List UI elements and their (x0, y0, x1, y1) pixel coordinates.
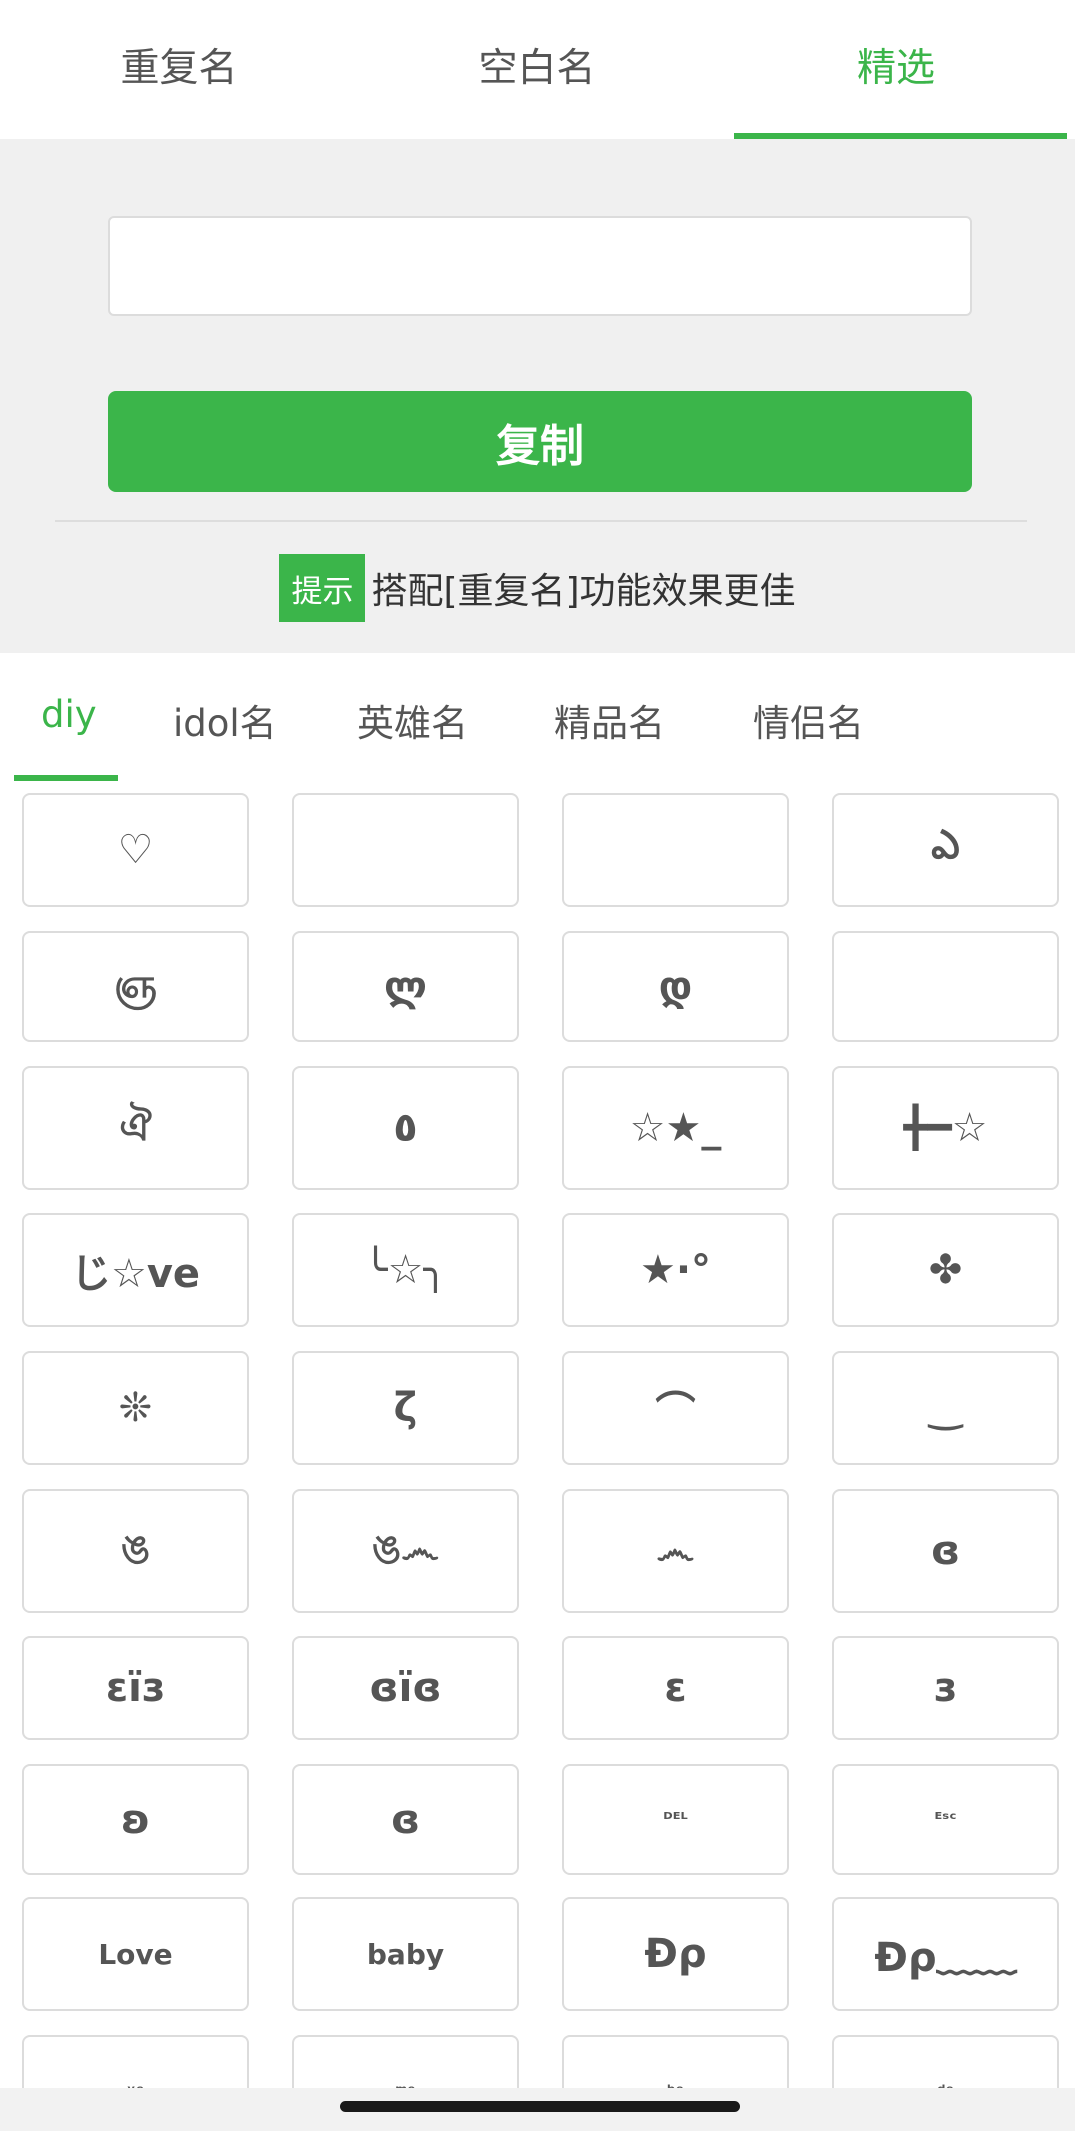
symbol-cell[interactable]: ᵇᵉ (562, 2035, 789, 2088)
category-tab-diy[interactable]: diy (41, 693, 97, 736)
category-tab-couple[interactable]: 情侣名 (753, 693, 864, 747)
tab-featured[interactable]: 精选 (717, 0, 1075, 139)
divider (55, 520, 1027, 522)
symbol-cell[interactable]: ☆★_ (562, 1066, 789, 1190)
symbol-cell[interactable]: ᵛᵉ (22, 2035, 249, 2088)
symbol-cell[interactable]: ঙ (22, 1489, 249, 1613)
top-tab-bar: 重复名 空白名 精选 (0, 0, 1075, 139)
symbol-cell[interactable]: ᴰᴱᴸ (562, 1764, 789, 1875)
copy-button[interactable]: 复制 (108, 391, 972, 492)
symbol-cell[interactable]: ζ (292, 1351, 519, 1465)
symbol-cell[interactable]: ლ (292, 931, 519, 1042)
symbol-cell[interactable]: ❊ (22, 1351, 249, 1465)
active-category-indicator (14, 775, 118, 781)
symbol-cell[interactable]: ɛïз (22, 1636, 249, 1740)
category-tab-bar: diy idol名 英雄名 精品名 情侣名 (0, 653, 1075, 783)
symbol-cell[interactable]: ᵐᵉ (292, 2035, 519, 2088)
symbol-cell[interactable]: ʚ (22, 1764, 249, 1875)
symbol-cell[interactable]: ᅟ (832, 931, 1059, 1042)
name-editor-panel: 复制 提示 搭配[重复名]功能效果更佳 (0, 139, 1075, 653)
symbol-cell[interactable]: ɞïɞ (292, 1636, 519, 1740)
symbol-cell[interactable]: ★·° (562, 1213, 789, 1327)
symbol-cell[interactable]: ఎ (832, 793, 1059, 907)
tip-row: 提示 搭配[重复名]功能效果更佳 (0, 554, 1075, 622)
symbol-cell[interactable]: ෴ (562, 1489, 789, 1613)
category-tab-hero[interactable]: 英雄名 (357, 693, 468, 747)
symbol-cell[interactable]: ᵈᵉ (832, 2035, 1059, 2088)
symbol-cell[interactable]: ঐ (22, 1066, 249, 1190)
symbol-cell[interactable]: じ☆ve (22, 1213, 249, 1327)
symbol-cell[interactable]: ‿ (832, 1351, 1059, 1465)
symbol-cell[interactable]: ᅟ (562, 793, 789, 907)
symbol-cell[interactable]: з (832, 1636, 1059, 1740)
tip-badge: 提示 (279, 554, 366, 622)
symbol-cell[interactable]: ٥ (292, 1066, 519, 1190)
symbol-cell[interactable]: ɞ (292, 1764, 519, 1875)
symbol-cell[interactable]: ɛ (562, 1636, 789, 1740)
symbol-cell[interactable]: ɞ (832, 1489, 1059, 1613)
category-tab-premium[interactable]: 精品名 (554, 693, 665, 747)
symbol-cell[interactable]: ╋━☆ (832, 1066, 1059, 1190)
symbol-cell[interactable]: ᴱˢᶜ (832, 1764, 1059, 1875)
symbol-cell[interactable]: ╰☆╮ (292, 1213, 519, 1327)
symbol-cell[interactable]: ঙ෴ (292, 1489, 519, 1613)
tab-blank-name[interactable]: 空白名 (358, 0, 716, 139)
symbol-cell[interactable]: Love (22, 1897, 249, 2011)
symbol-cell[interactable]: baby (292, 1897, 519, 2011)
symbol-cell[interactable]: Ðρ﹏﹏ (832, 1897, 1059, 2011)
tab-duplicate-name[interactable]: 重复名 (0, 0, 358, 139)
symbol-cell[interactable]: ᅟ (292, 793, 519, 907)
home-indicator (340, 2101, 740, 2112)
symbol-cell[interactable]: ♡ (22, 793, 249, 907)
name-input[interactable] (108, 216, 972, 316)
tip-text: 搭配[重复名]功能效果更佳 (371, 571, 796, 612)
symbol-cell[interactable]: ஞ (22, 931, 249, 1042)
symbol-cell[interactable]: დ (562, 931, 789, 1042)
category-tab-idol[interactable]: idol名 (173, 693, 277, 747)
symbol-cell[interactable]: ⌒ (562, 1351, 789, 1465)
symbol-cell[interactable]: Ðρ (562, 1897, 789, 2011)
symbol-cell[interactable]: ✤ (832, 1213, 1059, 1327)
symbol-grid: ♡ ᅟ ᅟ ఎ ஞ ლ დ ᅟ ঐ ٥ ☆★_ ╋━☆ じ☆ve ╰☆╮ ★·° ✤ ❊ ζ ⌒ ‿ ঙ ঙ෴ ෴ ɞ ɛïз ɞ… (0, 783, 1075, 2088)
